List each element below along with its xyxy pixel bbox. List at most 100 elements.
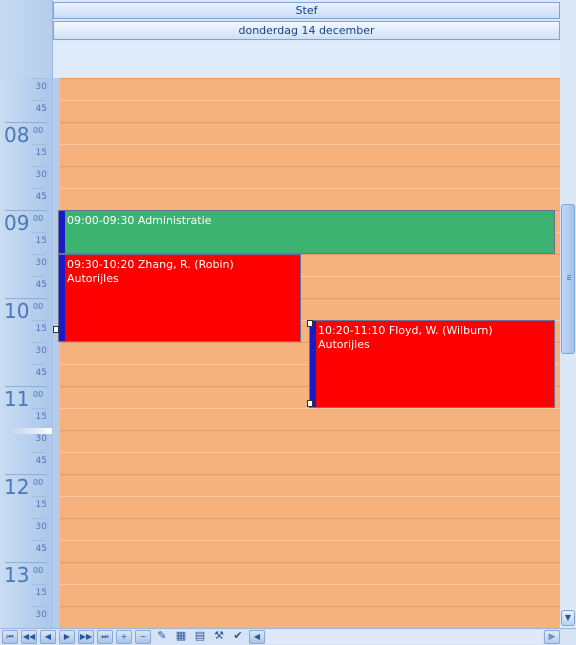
- quarter-divider: [32, 364, 46, 365]
- minute-label: 45: [35, 104, 47, 114]
- hour-minutes-label: 00: [33, 390, 44, 399]
- tools-button[interactable]: ⚒: [211, 630, 227, 644]
- next-fast-button[interactable]: ▶▶: [78, 630, 94, 644]
- minute-label: 30: [35, 522, 47, 532]
- next-button[interactable]: ▶: [59, 630, 75, 644]
- edit-button[interactable]: ✎: [154, 630, 170, 644]
- slot-line: [60, 144, 560, 145]
- minute-label: 30: [35, 346, 47, 356]
- quarter-divider: [32, 100, 46, 101]
- slot-line: [60, 188, 560, 189]
- minute-label: 15: [35, 588, 47, 598]
- minute-label: 30: [35, 170, 47, 180]
- quarter-divider: [32, 584, 46, 585]
- appointment-title: 09:00-09:30 Administratie: [67, 214, 212, 227]
- quarter-divider: [32, 254, 46, 255]
- minute-label: 30: [35, 258, 47, 268]
- appointment-status-bar: [59, 255, 65, 341]
- appointment-administratie[interactable]: 09:00-09:30 Administratie: [58, 210, 555, 254]
- grip-line: [567, 277, 571, 278]
- slot-line: [60, 518, 560, 519]
- header-scroll-spacer: [560, 0, 576, 78]
- slot-line: [60, 606, 560, 607]
- resource-header[interactable]: Stef: [53, 2, 560, 19]
- slot-line: [60, 474, 560, 475]
- hour-minutes-label: 00: [33, 214, 44, 223]
- slot-line: [60, 584, 560, 585]
- quarter-divider: [32, 518, 46, 519]
- save-button[interactable]: ▤: [192, 630, 208, 644]
- hour-minutes-label: 00: [33, 478, 44, 487]
- resize-handle[interactable]: [53, 326, 59, 333]
- date-header[interactable]: donderdag 14 december: [53, 21, 560, 40]
- quarter-divider: [32, 606, 46, 607]
- current-time-marker: [10, 428, 52, 434]
- remove-button[interactable]: −: [135, 630, 151, 644]
- appointment-floyd[interactable]: 10:20-11:10 Floyd, W. (Wilburn) Autorijl…: [309, 320, 555, 408]
- quarter-divider: [32, 78, 46, 79]
- quarter-divider: [32, 320, 46, 321]
- appointment-subtitle: Autorijles: [318, 338, 370, 351]
- first-page-button[interactable]: ⏮: [2, 630, 18, 644]
- appointment-title: 09:30-10:20 Zhang, R. (Robin): [67, 258, 234, 271]
- appointment-status-bar: [310, 321, 316, 407]
- calendar-check-button[interactable]: ✔: [230, 630, 246, 644]
- current-time-arrow-icon: [47, 428, 51, 434]
- quarter-divider: [32, 408, 46, 409]
- appointment-subtitle: Autorijles: [67, 272, 119, 285]
- resize-handle-top[interactable]: [307, 320, 313, 327]
- grid-left-margin: [53, 78, 60, 628]
- appointment-zhang[interactable]: 09:30-10:20 Zhang, R. (Robin) Autorijles: [58, 254, 301, 342]
- quarter-divider: [32, 188, 46, 189]
- minute-label: 30: [35, 434, 47, 444]
- minute-label: 45: [35, 192, 47, 202]
- quarter-divider: [32, 166, 46, 167]
- quarter-divider: [32, 276, 46, 277]
- minute-label: 15: [35, 412, 47, 422]
- quarter-divider: [32, 232, 46, 233]
- hour-label: 13: [4, 563, 30, 587]
- minute-label: 45: [35, 280, 47, 290]
- prev-button[interactable]: ◀: [40, 630, 56, 644]
- slot-line: [60, 452, 560, 453]
- slot-line: [60, 562, 560, 563]
- minute-label: 30: [35, 610, 47, 620]
- minute-label: 15: [35, 500, 47, 510]
- last-page-button[interactable]: ⏭: [97, 630, 113, 644]
- grip-line: [567, 279, 571, 280]
- scroll-down-button[interactable]: ▼: [561, 610, 575, 626]
- save-all-button[interactable]: ▦: [173, 630, 189, 644]
- slot-line: [60, 166, 560, 167]
- minute-label: 15: [35, 324, 47, 334]
- all-day-area[interactable]: [53, 41, 560, 78]
- quarter-divider: [32, 452, 46, 453]
- slot-line: [60, 78, 560, 79]
- day-grid[interactable]: 09:00-09:30 Administratie 09:30-10:20 Zh…: [53, 78, 560, 628]
- time-ruler: 30 45 08 00 15 30 45 09 00 15 30 45 10 00 15 30 45 11 00 15…: [0, 78, 54, 628]
- hour-minutes-label: 00: [33, 566, 44, 575]
- scroll-right-button[interactable]: ▶: [544, 630, 560, 644]
- minute-label: 45: [35, 456, 47, 466]
- grip-line: [567, 275, 571, 276]
- minute-label: 30: [35, 82, 47, 92]
- minute-label: 45: [35, 368, 47, 378]
- vertical-scrollbar[interactable]: ▼: [560, 78, 576, 628]
- navigation-toolbar: ▶ ⏮ ◀◀ ◀ ▶ ▶▶ ⏭ + − ✎ ▦ ▤ ⚒ ✔ ◀: [0, 628, 576, 645]
- resize-handle-bottom[interactable]: [307, 400, 313, 407]
- minute-label: 15: [35, 236, 47, 246]
- horizontal-scroll-track[interactable]: [266, 630, 542, 644]
- slot-line: [60, 430, 560, 431]
- hour-label: 11: [4, 387, 30, 411]
- quarter-divider: [32, 342, 46, 343]
- appointment-status-bar: [59, 211, 65, 253]
- scroll-thumb[interactable]: [561, 204, 575, 354]
- hour-label: 12: [4, 475, 30, 499]
- hour-label: 10: [4, 299, 30, 323]
- add-button[interactable]: +: [116, 630, 132, 644]
- quarter-divider: [32, 540, 46, 541]
- hour-minutes-label: 00: [33, 126, 44, 135]
- slot-line: [60, 122, 560, 123]
- scroll-left-button[interactable]: ◀: [249, 630, 265, 644]
- hour-label: 09: [4, 211, 30, 235]
- prev-fast-button[interactable]: ◀◀: [21, 630, 37, 644]
